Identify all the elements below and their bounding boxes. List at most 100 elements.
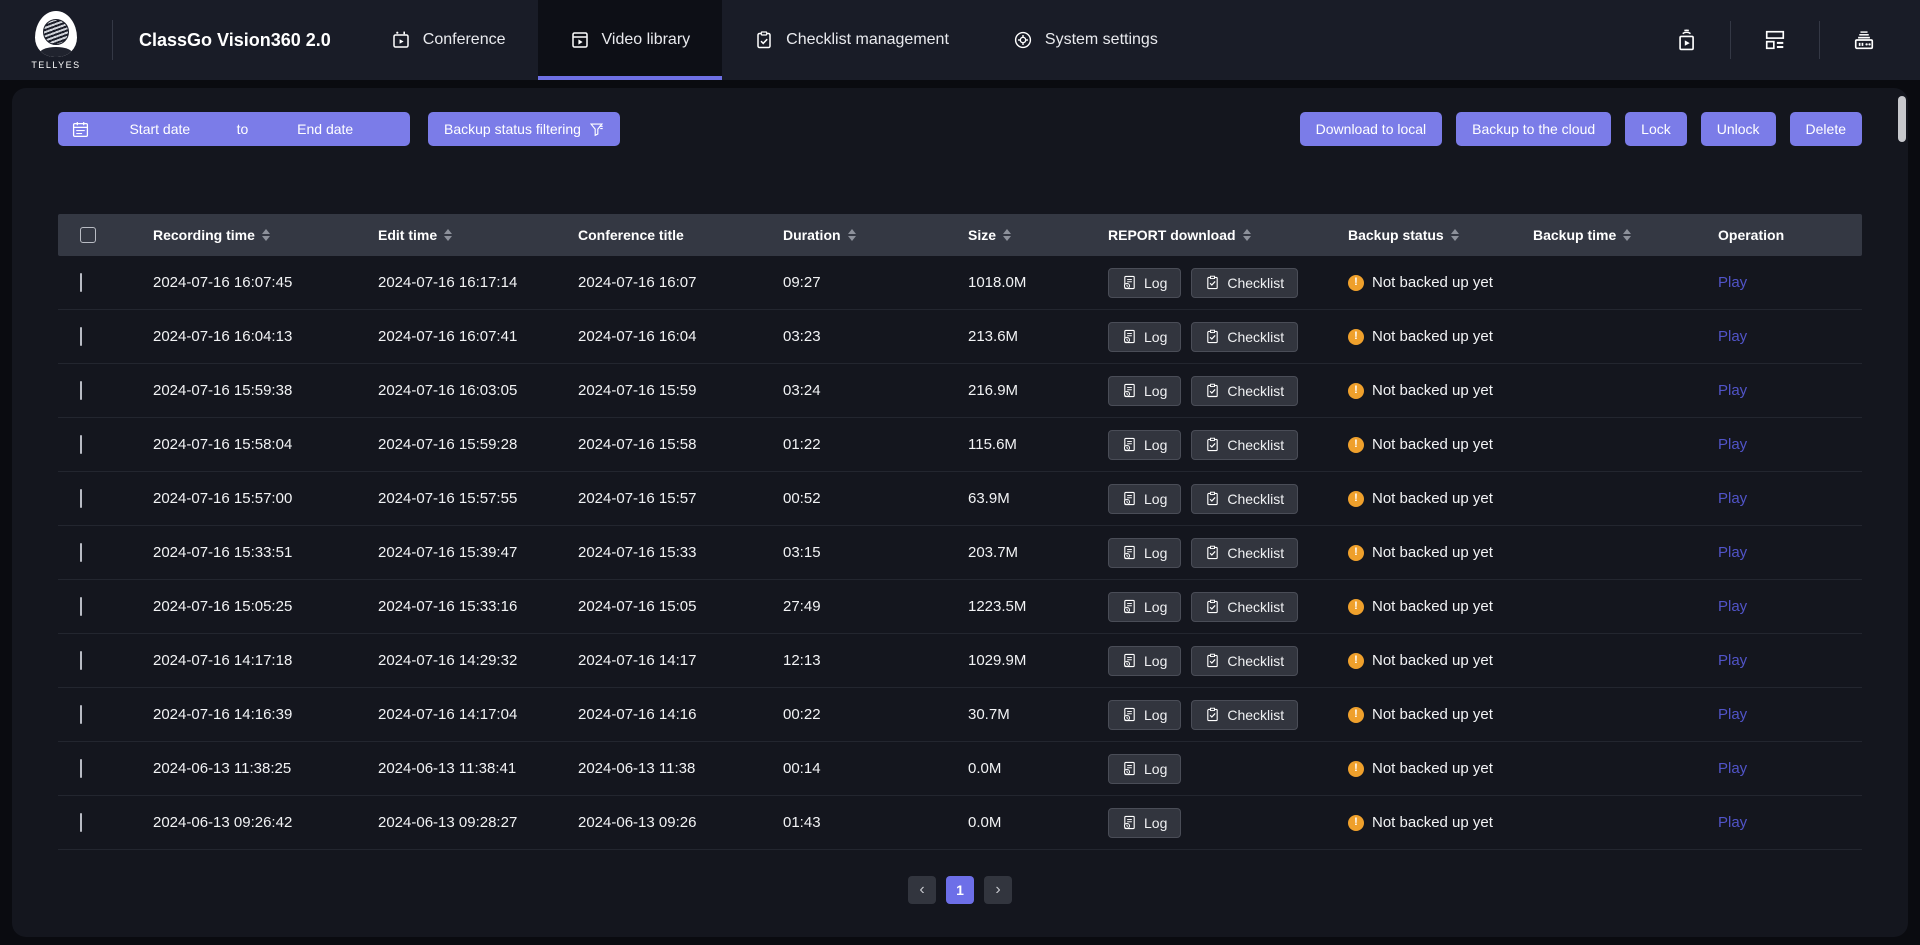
checklist-button[interactable]: Checklist	[1191, 538, 1298, 568]
play-link[interactable]: Play	[1718, 328, 1747, 345]
backup-status-label: Not backed up yet	[1372, 328, 1493, 345]
size-cell: 213.6M	[968, 328, 1108, 345]
button-label: Log	[1144, 275, 1167, 291]
unlock-button[interactable]: Unlock	[1701, 112, 1776, 146]
app-title: ClassGo Vision360 2.0	[113, 0, 359, 80]
column-header-report-download[interactable]: REPORT download	[1108, 227, 1348, 243]
lock-button[interactable]: Lock	[1625, 112, 1687, 146]
play-link[interactable]: Play	[1718, 382, 1747, 399]
scrollbar-thumb[interactable]	[1898, 96, 1906, 142]
row-checkbox[interactable]	[80, 651, 82, 670]
log-button[interactable]: Log	[1108, 808, 1181, 838]
tab-checklist-management[interactable]: Checklist management	[722, 0, 981, 80]
row-checkbox[interactable]	[80, 813, 82, 832]
log-button[interactable]: Log	[1108, 700, 1181, 730]
column-header-backup-status[interactable]: Backup status	[1348, 227, 1533, 243]
checklist-button[interactable]: Checklist	[1191, 592, 1298, 622]
log-button[interactable]: Log	[1108, 268, 1181, 298]
row-checkbox[interactable]	[80, 435, 82, 454]
sort-icon[interactable]	[262, 229, 270, 241]
log-button[interactable]: Log	[1108, 376, 1181, 406]
checklist-button[interactable]: Checklist	[1191, 322, 1298, 352]
header-actions	[1656, 0, 1920, 80]
tab-video-library[interactable]: Video library	[538, 0, 723, 80]
checklist-button[interactable]: Checklist	[1191, 268, 1298, 298]
row-checkbox[interactable]	[80, 705, 82, 724]
conference-title-cell: 2024-07-16 14:16	[578, 706, 783, 723]
delete-button[interactable]: Delete	[1790, 112, 1862, 146]
sort-icon[interactable]	[1243, 229, 1251, 241]
backup-status-label: Not backed up yet	[1372, 706, 1493, 723]
sort-icon[interactable]	[848, 229, 856, 241]
button-label: Checklist	[1227, 437, 1284, 453]
column-header-recording-time[interactable]: Recording time	[153, 227, 378, 243]
button-label: Checklist	[1227, 599, 1284, 615]
play-link[interactable]: Play	[1718, 652, 1747, 669]
button-label: Checklist	[1227, 545, 1284, 561]
next-page-button[interactable]: ›	[984, 876, 1012, 904]
row-checkbox[interactable]	[80, 489, 82, 508]
row-checkbox[interactable]	[80, 759, 82, 778]
row-checkbox[interactable]	[80, 327, 82, 346]
report-download-cell: Log Checklist	[1108, 322, 1348, 352]
play-link[interactable]: Play	[1718, 598, 1747, 615]
log-button[interactable]: Log	[1108, 430, 1181, 460]
play-link[interactable]: Play	[1718, 490, 1747, 507]
checklist-button[interactable]: Checklist	[1191, 484, 1298, 514]
backup-status-cell: !Not backed up yet	[1348, 598, 1533, 615]
log-button[interactable]: Log	[1108, 592, 1181, 622]
checklist-button[interactable]: Checklist	[1191, 700, 1298, 730]
row-checkbox[interactable]	[80, 273, 82, 292]
play-link[interactable]: Play	[1718, 274, 1747, 291]
backup-status-cell: !Not backed up yet	[1348, 706, 1533, 723]
checklist-button[interactable]: Checklist	[1191, 376, 1298, 406]
checklist-small-icon	[1205, 599, 1220, 614]
sort-icon[interactable]	[1623, 229, 1631, 241]
download-to-local-button[interactable]: Download to local	[1300, 112, 1443, 146]
live-cast-icon[interactable]	[1656, 27, 1716, 53]
page-number-button[interactable]: 1	[946, 876, 974, 904]
row-checkbox[interactable]	[80, 597, 82, 616]
date-range-picker[interactable]: Start date to End date	[58, 112, 410, 146]
column-header-size[interactable]: Size	[968, 227, 1108, 243]
log-button[interactable]: Log	[1108, 484, 1181, 514]
column-header-edit-time[interactable]: Edit time	[378, 227, 578, 243]
backup-status-filter-button[interactable]: Backup status filtering	[428, 112, 620, 146]
play-link[interactable]: Play	[1718, 814, 1747, 831]
start-date-input[interactable]: Start date	[89, 121, 231, 137]
checklist-small-icon	[1205, 707, 1220, 722]
play-link[interactable]: Play	[1718, 544, 1747, 561]
sort-icon[interactable]	[1003, 229, 1011, 241]
tab-conference[interactable]: Conference	[359, 0, 538, 80]
row-checkbox[interactable]	[80, 381, 82, 400]
checklist-button[interactable]: Checklist	[1191, 646, 1298, 676]
column-header-backup-time[interactable]: Backup time	[1533, 227, 1718, 243]
size-cell: 1223.5M	[968, 598, 1108, 615]
column-header-duration[interactable]: Duration	[783, 227, 968, 243]
conference-title-cell: 2024-07-16 16:07	[578, 274, 783, 291]
recorder-device-icon[interactable]	[1834, 27, 1894, 53]
row-checkbox[interactable]	[80, 543, 82, 562]
app-header: TELLYES ClassGo Vision360 2.0 Conference…	[0, 0, 1920, 80]
select-all-checkbox[interactable]	[80, 227, 96, 243]
layout-dashboard-icon[interactable]	[1745, 27, 1805, 53]
warning-icon: !	[1348, 275, 1364, 291]
recording-time-cell: 2024-07-16 15:05:25	[153, 598, 378, 615]
checklist-button[interactable]: Checklist	[1191, 430, 1298, 460]
sort-icon[interactable]	[1451, 229, 1459, 241]
warning-icon: !	[1348, 383, 1364, 399]
button-label: Checklist	[1227, 329, 1284, 345]
log-button[interactable]: Log	[1108, 322, 1181, 352]
log-button[interactable]: Log	[1108, 538, 1181, 568]
prev-page-button[interactable]: ‹	[908, 876, 936, 904]
conference-title-cell: 2024-07-16 15:58	[578, 436, 783, 453]
log-button[interactable]: Log	[1108, 754, 1181, 784]
play-link[interactable]: Play	[1718, 436, 1747, 453]
play-link[interactable]: Play	[1718, 760, 1747, 777]
backup-to-cloud-button[interactable]: Backup to the cloud	[1456, 112, 1611, 146]
log-button[interactable]: Log	[1108, 646, 1181, 676]
tab-system-settings[interactable]: System settings	[981, 0, 1190, 80]
sort-icon[interactable]	[444, 229, 452, 241]
play-link[interactable]: Play	[1718, 706, 1747, 723]
end-date-input[interactable]: End date	[254, 121, 396, 137]
